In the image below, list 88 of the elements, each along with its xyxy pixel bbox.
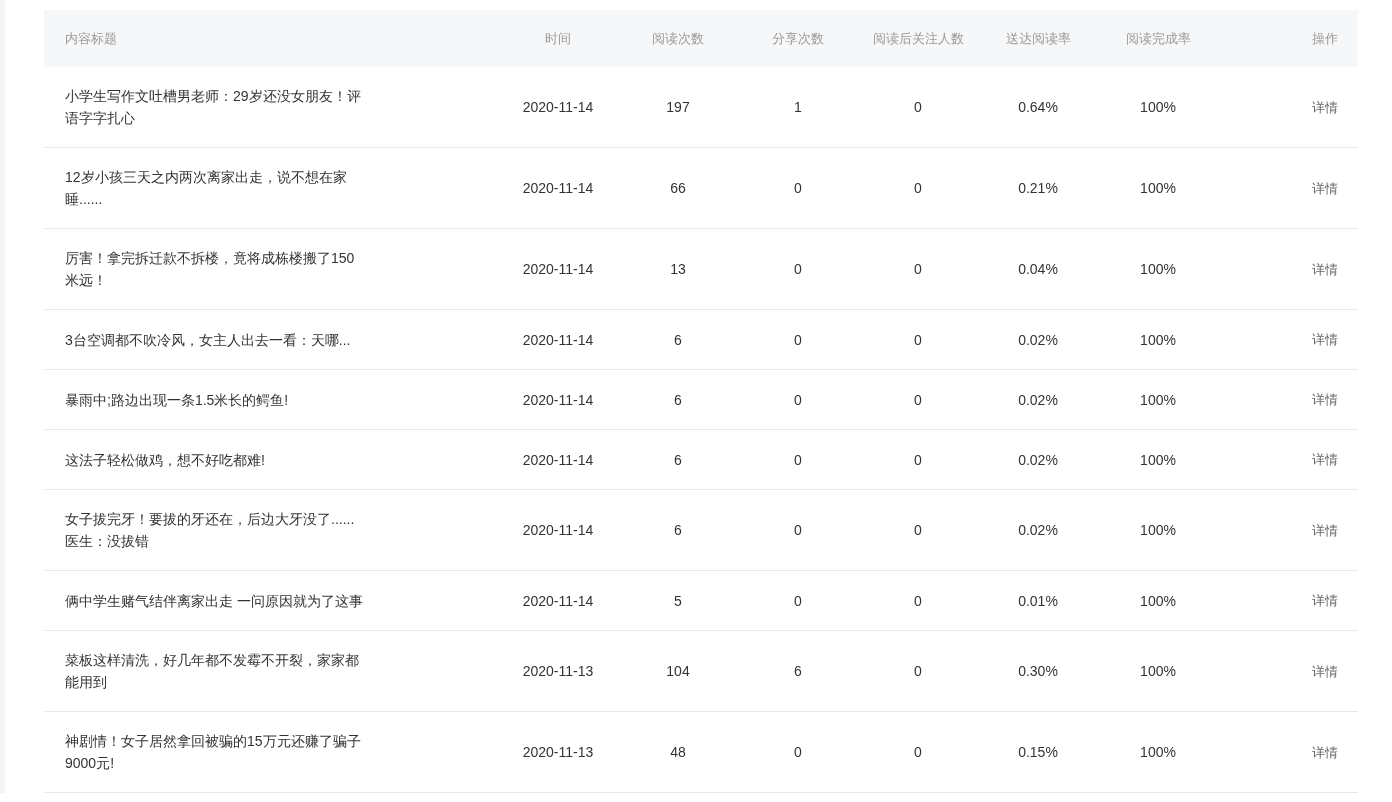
table-cell: 0 bbox=[794, 744, 802, 760]
article-title: 女子拔完牙！要拔的牙还在，后边大牙没了......医生：没拔错 bbox=[65, 510, 356, 551]
table-cell: 100% bbox=[1140, 99, 1176, 115]
details-link[interactable]: 详情 bbox=[1312, 744, 1338, 760]
table-cell: 6 bbox=[674, 391, 682, 408]
table-cell: 197 bbox=[666, 99, 690, 115]
table-cell: 0 bbox=[914, 391, 922, 408]
table-cell: 0.64% bbox=[1018, 99, 1058, 115]
article-title: 暴雨中;路边出现一条1.5米长的鳄鱼! bbox=[65, 390, 290, 410]
table-cell: 104 bbox=[666, 663, 690, 679]
table-cell: 100% bbox=[1140, 592, 1176, 609]
column-header: 送达阅读率 bbox=[1005, 30, 1071, 46]
table-cell: 100% bbox=[1140, 331, 1176, 348]
table-cell: 2020-11-14 bbox=[522, 261, 594, 277]
article-title: 这法子轻松做鸡，想不好吃都难! bbox=[65, 450, 266, 470]
table-cell: 2020-11-13 bbox=[522, 663, 594, 679]
table-cell: 0 bbox=[794, 261, 802, 277]
column-header: 时间 bbox=[545, 30, 571, 46]
table-cell: 2020-11-14 bbox=[522, 99, 594, 115]
table-cell: 1 bbox=[794, 99, 802, 115]
column-header: 内容标题 bbox=[65, 30, 117, 46]
table-cell: 100% bbox=[1140, 180, 1176, 196]
table-cell: 0 bbox=[914, 99, 922, 115]
details-link[interactable]: 详情 bbox=[1312, 180, 1338, 196]
table-cell: 100% bbox=[1140, 663, 1176, 679]
table-cell: 100% bbox=[1140, 451, 1176, 468]
table-cell: 0.15% bbox=[1018, 744, 1058, 760]
table-cell: 6 bbox=[674, 331, 682, 348]
table-cell: 0 bbox=[794, 331, 802, 348]
article-title: 神剧情！女子居然拿回被骗的15万元还赚了骗子9000元! bbox=[65, 732, 362, 773]
article-title: 俩中学生赌气结伴离家出走 一问原因就为了这事 bbox=[65, 591, 364, 611]
table-cell: 0 bbox=[794, 522, 802, 538]
table-cell: 100% bbox=[1140, 261, 1176, 277]
table-cell: 100% bbox=[1140, 744, 1176, 760]
details-link[interactable]: 详情 bbox=[1312, 593, 1338, 608]
table-cell: 6 bbox=[674, 451, 682, 468]
table-cell: 0.02% bbox=[1018, 331, 1058, 348]
article-title: 菜板这样清洗，好几年都不发霉不开裂，家家都能用到 bbox=[65, 651, 360, 692]
table-cell: 0 bbox=[914, 261, 922, 277]
article-title: 3台空调都不吹冷风，女主人出去一看：天哪... bbox=[65, 330, 352, 350]
table-cell: 100% bbox=[1140, 391, 1176, 408]
table-cell: 0 bbox=[914, 663, 922, 679]
details-link[interactable]: 详情 bbox=[1312, 522, 1338, 538]
table-cell: 6 bbox=[794, 663, 802, 679]
table-cell: 48 bbox=[670, 744, 686, 760]
table-cell: 6 bbox=[674, 522, 682, 538]
table-cell: 0 bbox=[914, 331, 922, 348]
table-cell: 2020-11-14 bbox=[522, 391, 594, 408]
table-cell: 13 bbox=[670, 261, 686, 277]
details-link[interactable]: 详情 bbox=[1312, 99, 1338, 115]
table-cell: 0 bbox=[914, 744, 922, 760]
details-link[interactable]: 详情 bbox=[1312, 332, 1338, 347]
table-cell: 0 bbox=[794, 391, 802, 408]
column-header: 分享次数 bbox=[772, 30, 824, 46]
table-cell: 0 bbox=[914, 522, 922, 538]
table-cell: 0 bbox=[794, 592, 802, 609]
table-cell: 0.02% bbox=[1018, 451, 1058, 468]
table-cell: 0.21% bbox=[1018, 180, 1058, 196]
table-cell: 100% bbox=[1140, 522, 1176, 538]
details-link[interactable]: 详情 bbox=[1312, 392, 1338, 407]
article-title: 12岁小孩三天之内两次离家出走，说不想在家睡...... bbox=[65, 168, 348, 209]
table-cell: 2020-11-14 bbox=[522, 522, 594, 538]
details-link[interactable]: 详情 bbox=[1312, 261, 1338, 277]
details-link[interactable]: 详情 bbox=[1312, 663, 1338, 679]
column-header: 阅读后关注人数 bbox=[872, 30, 964, 46]
table-cell: 5 bbox=[674, 592, 682, 609]
table-cell: 2020-11-13 bbox=[522, 744, 594, 760]
table-cell: 0.30% bbox=[1018, 663, 1058, 679]
table-cell: 0.01% bbox=[1018, 592, 1058, 609]
column-header: 操作 bbox=[1312, 30, 1338, 46]
table-cell: 0 bbox=[914, 451, 922, 468]
column-header: 阅读次数 bbox=[652, 30, 704, 46]
details-link[interactable]: 详情 bbox=[1312, 452, 1338, 467]
table-cell: 2020-11-14 bbox=[522, 592, 594, 609]
table-cell: 0 bbox=[914, 180, 922, 196]
table-cell: 0 bbox=[794, 451, 802, 468]
table-cell: 2020-11-14 bbox=[522, 451, 594, 468]
table-cell: 2020-11-14 bbox=[522, 331, 594, 348]
table-cell: 2020-11-14 bbox=[522, 180, 594, 196]
table-cell: 0 bbox=[914, 592, 922, 609]
column-header: 阅读完成率 bbox=[1125, 30, 1191, 46]
article-title: 厉害！拿完拆迁款不拆楼，竟将成栋楼搬了150米远！ bbox=[65, 249, 356, 290]
article-title: 小学生写作文吐槽男老师：29岁还没女朋友！评语字字扎心 bbox=[65, 87, 362, 128]
table-cell: 66 bbox=[670, 180, 686, 196]
table-cell: 0.02% bbox=[1018, 391, 1058, 408]
table-cell: 0.02% bbox=[1018, 522, 1058, 538]
table-cell: 0 bbox=[794, 180, 802, 196]
table-cell: 0.04% bbox=[1018, 261, 1058, 277]
